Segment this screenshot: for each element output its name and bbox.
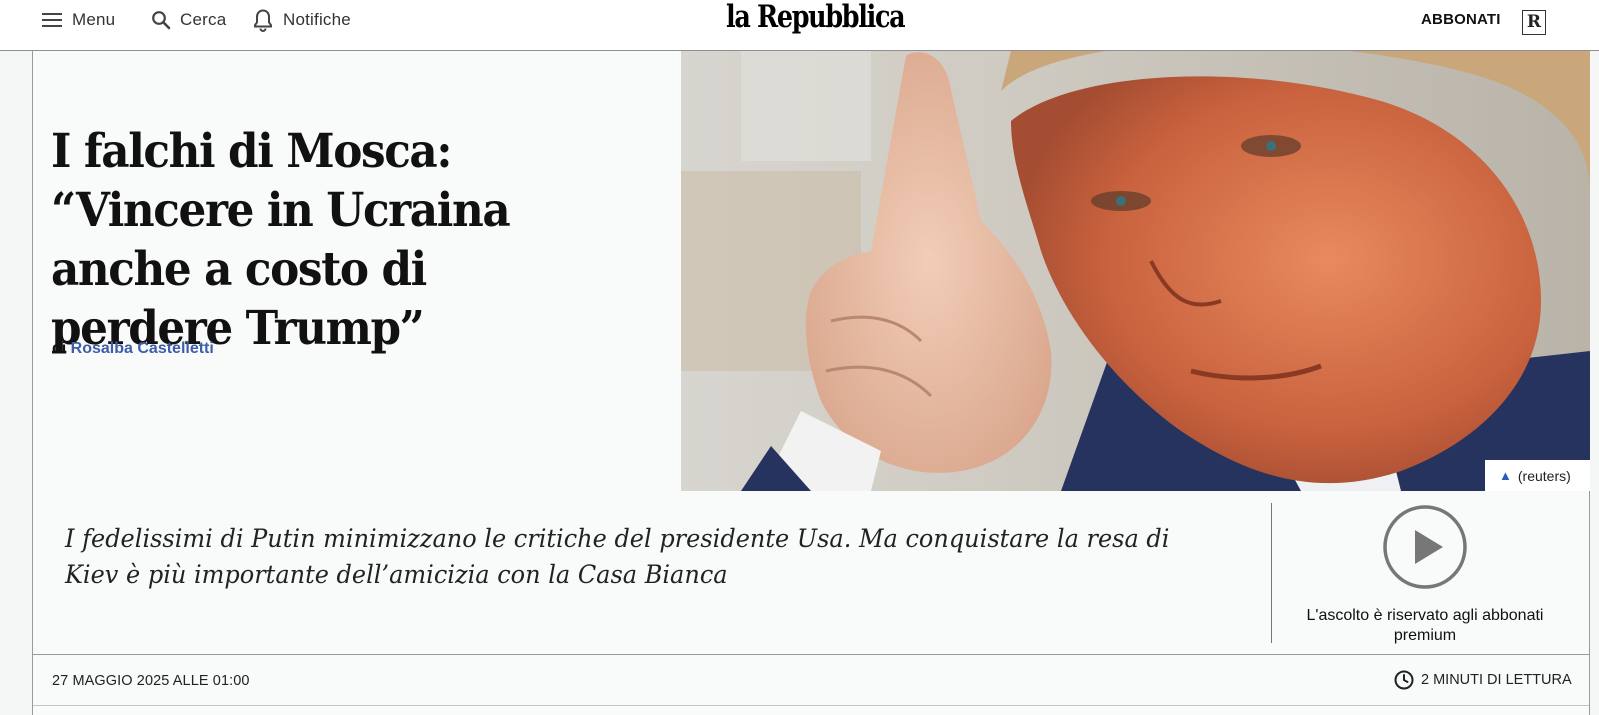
audio-play-button[interactable]: [1382, 504, 1468, 590]
article-summary: I fedelissimi di Putin minimizzano le cr…: [65, 524, 1170, 589]
search-icon: [152, 11, 171, 30]
image-credit-text: (reuters): [1517, 467, 1571, 484]
audio-divider: [1271, 503, 1272, 643]
author-link[interactable]: Rosalba Castelletti: [71, 340, 214, 357]
clock-icon: [1394, 670, 1414, 690]
article-hero-image: [681, 51, 1590, 491]
menu-label: Menu: [72, 10, 116, 29]
site-logo[interactable]: la Repubblica: [726, 0, 906, 35]
play-icon: [1383, 505, 1467, 589]
reading-time-text: 2 MINUTI DI LETTURA: [1421, 672, 1572, 688]
bottom-divider: [33, 705, 1589, 706]
triangle-up-icon: ▲: [1499, 468, 1512, 483]
byline-prefix: di: [52, 340, 67, 357]
subscribe-link[interactable]: ABBONATI: [1421, 11, 1501, 28]
search-button[interactable]: Cerca: [151, 0, 226, 40]
hamburger-icon: [42, 13, 62, 27]
notifications-button[interactable]: Notifiche: [253, 0, 351, 40]
byline: di Rosalba Castelletti: [52, 340, 214, 358]
audio-premium-note: L'ascolto è riservato agli abbonati prem…: [1306, 607, 1544, 644]
reading-time: 2 MINUTI DI LETTURA: [1394, 670, 1572, 690]
article-headline: I falchi di Mosca: “Vincere in Ucraina a…: [51, 124, 511, 356]
notifications-label: Notifiche: [283, 10, 351, 29]
search-label: Cerca: [180, 10, 227, 29]
bell-icon: [254, 9, 272, 32]
menu-button[interactable]: Menu: [42, 0, 115, 40]
meta-divider: [33, 654, 1589, 655]
publish-date: 27 MAGGIO 2025 ALLE 01:00: [52, 673, 250, 689]
top-bar: Menu Cerca Notifiche la Repubblica ABBON…: [0, 0, 1599, 51]
image-credit[interactable]: ▲ (reuters): [1485, 460, 1590, 491]
repubblica-r-badge[interactable]: R: [1522, 10, 1546, 35]
